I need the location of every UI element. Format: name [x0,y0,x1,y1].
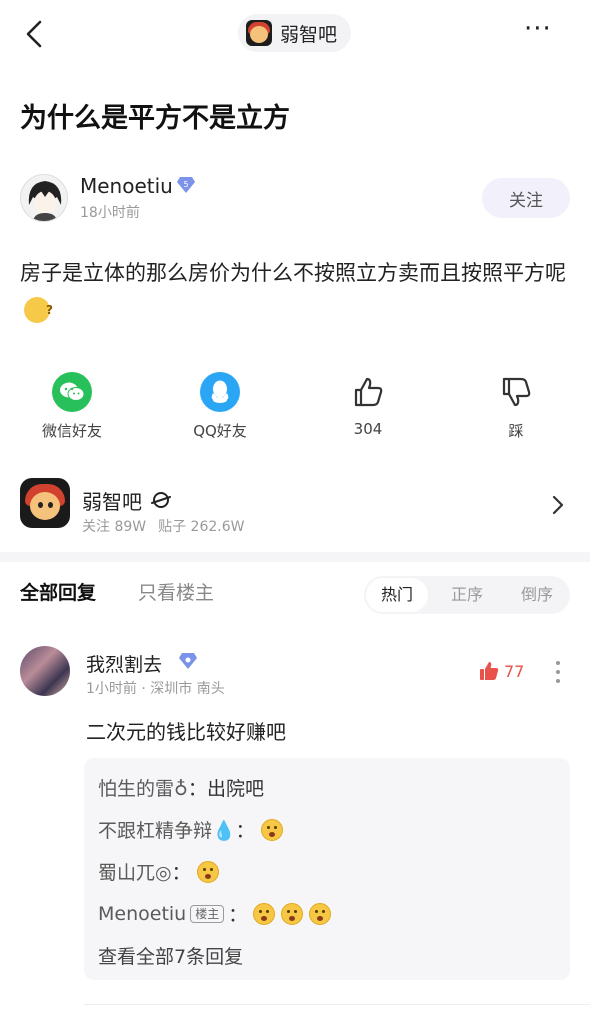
wechat-icon [52,372,92,412]
svg-text:5: 5 [183,180,188,189]
author-name[interactable]: Menoetiu [80,174,173,198]
tab-op-only[interactable]: 只看楼主 [138,578,214,605]
top-bar: 弱智吧 ··· [0,0,590,68]
share-qq-label: QQ好友 [193,422,247,440]
sort-ascending[interactable]: 正序 [436,576,498,614]
sub-reply: 不跟杠精争辩💧： [98,816,283,843]
forum-stats: 关注 89W 贴子 262.6W [82,516,256,536]
forum-name[interactable]: 弱智吧 [82,486,142,515]
like-button[interactable]: 304 [318,372,418,438]
post-title: 为什么是平方不是立方 [20,103,290,134]
share-qq-button[interactable]: QQ好友 [170,372,270,441]
comment-text: 二次元的钱比较好赚吧 [86,720,286,744]
share-wechat-label: 微信好友 [41,422,102,440]
planet-icon [151,492,171,508]
sub-reply: 蜀山兀◎： [98,858,219,885]
author-avatar[interactable] [20,174,68,222]
follow-button[interactable]: 关注 [482,178,570,218]
comment-like-count: 77 [504,661,525,681]
level-badge-icon: 5 [177,177,195,193]
more-vertical-icon[interactable] [554,658,562,686]
section-divider [0,552,590,562]
like-count: 304 [353,420,383,438]
chevron-right-icon[interactable] [550,494,566,516]
thumbs-down-icon [496,372,536,412]
sub-reply-author[interactable]: Menoetiu [98,903,186,925]
post-time: 18小时前 [80,205,140,221]
thumbs-up-icon [348,372,388,412]
post-body-text: 房子是立体的那么房价为什么不按照立方卖而且按照平方呢 [20,261,566,285]
comment-meta: 1小时前 · 深圳市 南头 [86,681,225,697]
commenter-name[interactable]: 我烈割去 [86,650,162,677]
forum-avatar[interactable] [20,478,70,528]
sub-reply-author[interactable]: 蜀山兀◎ [98,858,172,885]
sub-reply-author[interactable]: 怕生的雷♁ [98,774,188,801]
shocked-emoji-icon [309,902,332,925]
dislike-button[interactable]: 踩 [466,372,566,441]
anime-avatar-icon [21,175,67,221]
forum-title-pill[interactable]: 弱智吧 [238,14,352,52]
sort-toggle: 热门 正序 倒序 [364,576,570,614]
op-tag: 楼主 [190,904,225,923]
forum-title: 弱智吧 [280,23,338,46]
shocked-emoji-icon [260,818,283,841]
sub-replies-box[interactable]: 怕生的雷♁：出院吧 不跟杠精争辩💧： 蜀山兀◎： Menoetiu 楼主： 查看全… [84,758,570,980]
thinking-emoji-icon [24,291,53,329]
sub-reply: Menoetiu 楼主： [98,900,332,927]
forum-followers: 关注 89W [82,519,147,535]
shocked-emoji-icon [253,902,276,925]
sub-reply-text: 出院吧 [206,778,264,800]
view-all-replies-link[interactable]: 查看全部7条回复 [98,942,243,969]
more-options-button[interactable]: ··· [524,16,564,44]
commenter-avatar[interactable] [20,646,70,696]
thumbs-up-filled-icon [480,662,499,680]
shocked-emoji-icon [196,860,219,883]
back-button[interactable] [18,14,54,54]
qq-icon [200,372,240,412]
divider-line [84,1004,590,1005]
comment-like-button[interactable]: 77 [478,660,524,682]
tab-all-replies[interactable]: 全部回复 [20,578,96,605]
sort-hot[interactable]: 热门 [366,578,428,612]
post-body: 房子是立体的那么房价为什么不按照立方卖而且按照平方呢 [20,254,580,330]
sub-reply: 怕生的雷♁：出院吧 [98,774,264,801]
level-badge-icon [179,653,197,669]
chevron-left-icon [26,20,42,48]
sort-descending[interactable]: 倒序 [506,576,568,614]
dislike-label: 踩 [508,422,524,440]
forum-posts: 贴子 262.6W [158,519,245,535]
forum-avatar-icon [246,20,272,46]
sub-reply-author[interactable]: 不跟杠精争辩💧 [98,816,236,843]
share-wechat-button[interactable]: 微信好友 [22,372,122,441]
shocked-emoji-icon [281,902,304,925]
